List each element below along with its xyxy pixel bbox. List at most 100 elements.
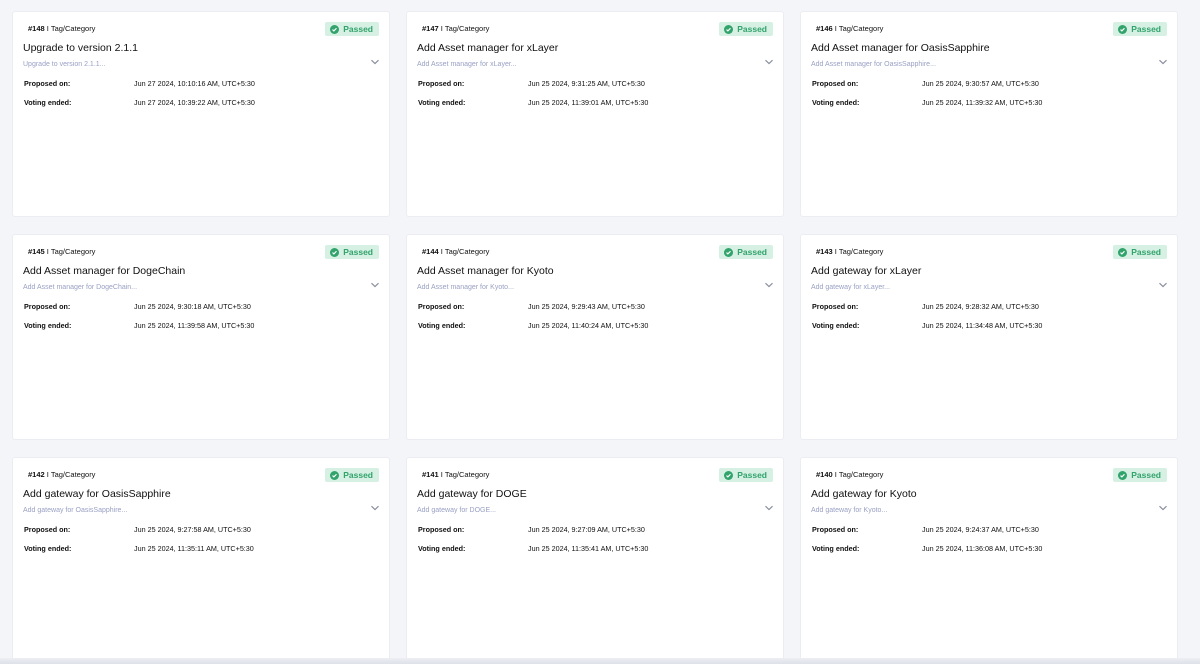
proposed-on-row: Proposed on: Jun 25 2024, 9:27:09 AM, UT… (418, 525, 718, 535)
proposal-number: #148 (28, 24, 45, 33)
voting-ended-row: Voting ended: Jun 25 2024, 11:39:01 AM, … (418, 98, 718, 108)
proposal-header: #140 I Tag/Category (816, 470, 883, 480)
separator: I (440, 470, 443, 479)
proposal-title: Add Asset manager for OasisSapphire (811, 42, 990, 54)
proposal-card[interactable]: #146 I Tag/Category Passed Add Asset man… (801, 12, 1177, 216)
proposed-on-row: Proposed on: Jun 25 2024, 9:28:32 AM, UT… (812, 302, 1112, 312)
proposal-card[interactable]: #140 I Tag/Category Passed Add gateway f… (801, 458, 1177, 662)
separator: I (46, 24, 49, 33)
proposal-category: Tag/Category (444, 470, 490, 479)
chevron-down-icon[interactable] (1158, 503, 1168, 513)
separator: I (440, 24, 443, 33)
proposal-category: Tag/Category (50, 470, 96, 479)
voting-ended-label: Voting ended: (418, 98, 466, 107)
proposal-card[interactable]: #148 I Tag/Category Passed Upgrade to ve… (13, 12, 389, 216)
chevron-down-icon[interactable] (764, 503, 774, 513)
proposal-description: Add Asset manager for DogeChain... (23, 284, 138, 291)
proposed-on-label: Proposed on: (24, 79, 71, 88)
separator: I (834, 247, 837, 256)
check-circle-icon (724, 24, 734, 34)
proposal-number: #141 (422, 470, 439, 479)
chevron-down-icon[interactable] (1158, 57, 1168, 67)
chevron-down-icon[interactable] (764, 57, 774, 67)
chevron-down-icon[interactable] (764, 280, 774, 290)
proposal-category: Tag/Category (444, 247, 490, 256)
proposed-on-label: Proposed on: (24, 302, 71, 311)
proposal-number: #147 (422, 24, 439, 33)
proposal-header: #143 I Tag/Category (816, 247, 883, 257)
proposal-number: #145 (28, 247, 45, 256)
proposal-number: #142 (28, 470, 45, 479)
proposal-category: Tag/Category (838, 247, 884, 256)
status-badge: Passed (719, 468, 773, 482)
page-bottom-edge (0, 658, 1200, 664)
separator: I (834, 470, 837, 479)
voting-ended-row: Voting ended: Jun 27 2024, 10:39:22 AM, … (24, 98, 324, 108)
voting-ended-value: Jun 25 2024, 11:39:32 AM, UTC+5:30 (922, 98, 1043, 107)
proposal-title: Add gateway for xLayer (811, 265, 922, 277)
proposal-header: #144 I Tag/Category (422, 247, 489, 257)
chevron-down-icon[interactable] (370, 280, 380, 290)
voting-ended-row: Voting ended: Jun 25 2024, 11:34:48 AM, … (812, 321, 1112, 331)
separator: I (46, 247, 49, 256)
chevron-down-icon[interactable] (370, 57, 380, 67)
proposal-title: Add Asset manager for xLayer (417, 42, 559, 54)
voting-ended-value: Jun 27 2024, 10:39:22 AM, UTC+5:30 (134, 98, 255, 107)
proposal-header: #148 I Tag/Category (28, 24, 95, 34)
proposed-on-value: Jun 25 2024, 9:30:57 AM, UTC+5:30 (922, 79, 1039, 88)
proposal-card[interactable]: #143 I Tag/Category Passed Add gateway f… (801, 235, 1177, 439)
voting-ended-label: Voting ended: (418, 544, 466, 553)
proposal-number: #146 (816, 24, 833, 33)
voting-ended-label: Voting ended: (24, 544, 72, 553)
voting-ended-row: Voting ended: Jun 25 2024, 11:36:08 AM, … (812, 544, 1112, 554)
voting-ended-value: Jun 25 2024, 11:36:08 AM, UTC+5:30 (922, 544, 1043, 553)
proposal-number: #144 (422, 247, 439, 256)
voting-ended-label: Voting ended: (24, 98, 72, 107)
proposed-on-value: Jun 25 2024, 9:24:37 AM, UTC+5:30 (922, 525, 1039, 534)
voting-ended-value: Jun 25 2024, 11:34:48 AM, UTC+5:30 (922, 321, 1043, 330)
chevron-down-icon[interactable] (1158, 280, 1168, 290)
proposal-card[interactable]: #144 I Tag/Category Passed Add Asset man… (407, 235, 783, 439)
proposed-on-value: Jun 25 2024, 9:27:09 AM, UTC+5:30 (528, 525, 645, 534)
proposal-header: #145 I Tag/Category (28, 247, 95, 257)
proposal-number: #143 (816, 247, 833, 256)
proposal-card[interactable]: #145 I Tag/Category Passed Add Asset man… (13, 235, 389, 439)
proposed-on-label: Proposed on: (418, 525, 465, 534)
voting-ended-label: Voting ended: (812, 98, 860, 107)
status-badge: Passed (325, 245, 379, 259)
voting-ended-label: Voting ended: (812, 544, 860, 553)
proposal-header: #146 I Tag/Category (816, 24, 883, 34)
proposed-on-label: Proposed on: (418, 79, 465, 88)
proposed-on-row: Proposed on: Jun 25 2024, 9:29:43 AM, UT… (418, 302, 718, 312)
proposed-on-row: Proposed on: Jun 25 2024, 9:30:57 AM, UT… (812, 79, 1112, 89)
proposed-on-label: Proposed on: (812, 302, 859, 311)
voting-ended-label: Voting ended: (812, 321, 860, 330)
proposal-title: Add gateway for DOGE (417, 488, 527, 500)
proposal-grid: #148 I Tag/Category Passed Upgrade to ve… (13, 12, 1177, 662)
proposal-header: #142 I Tag/Category (28, 470, 95, 480)
voting-ended-value: Jun 25 2024, 11:35:11 AM, UTC+5:30 (134, 544, 254, 553)
chevron-down-icon[interactable] (370, 503, 380, 513)
proposed-on-label: Proposed on: (812, 525, 859, 534)
voting-ended-label: Voting ended: (418, 321, 466, 330)
proposed-on-label: Proposed on: (812, 79, 859, 88)
proposed-on-row: Proposed on: Jun 25 2024, 9:30:18 AM, UT… (24, 302, 324, 312)
proposal-title: Add gateway for OasisSapphire (23, 488, 171, 500)
proposal-header: #141 I Tag/Category (422, 470, 489, 480)
check-circle-icon (724, 470, 734, 480)
status-label: Passed (1131, 247, 1161, 257)
proposal-card[interactable]: #141 I Tag/Category Passed Add gateway f… (407, 458, 783, 662)
proposed-on-row: Proposed on: Jun 25 2024, 9:27:58 AM, UT… (24, 525, 324, 535)
proposed-on-value: Jun 25 2024, 9:27:58 AM, UTC+5:30 (134, 525, 251, 534)
proposal-card[interactable]: #147 I Tag/Category Passed Add Asset man… (407, 12, 783, 216)
proposed-on-value: Jun 25 2024, 9:30:18 AM, UTC+5:30 (134, 302, 251, 311)
status-badge: Passed (1113, 245, 1167, 259)
proposal-category: Tag/Category (838, 24, 884, 33)
proposal-description: Add gateway for Kyoto... (811, 507, 888, 514)
check-circle-icon (1118, 470, 1128, 480)
proposed-on-value: Jun 25 2024, 9:29:43 AM, UTC+5:30 (528, 302, 645, 311)
proposal-card[interactable]: #142 I Tag/Category Passed Add gateway f… (13, 458, 389, 662)
proposed-on-label: Proposed on: (24, 525, 71, 534)
status-badge: Passed (325, 22, 379, 36)
check-circle-icon (330, 470, 340, 480)
